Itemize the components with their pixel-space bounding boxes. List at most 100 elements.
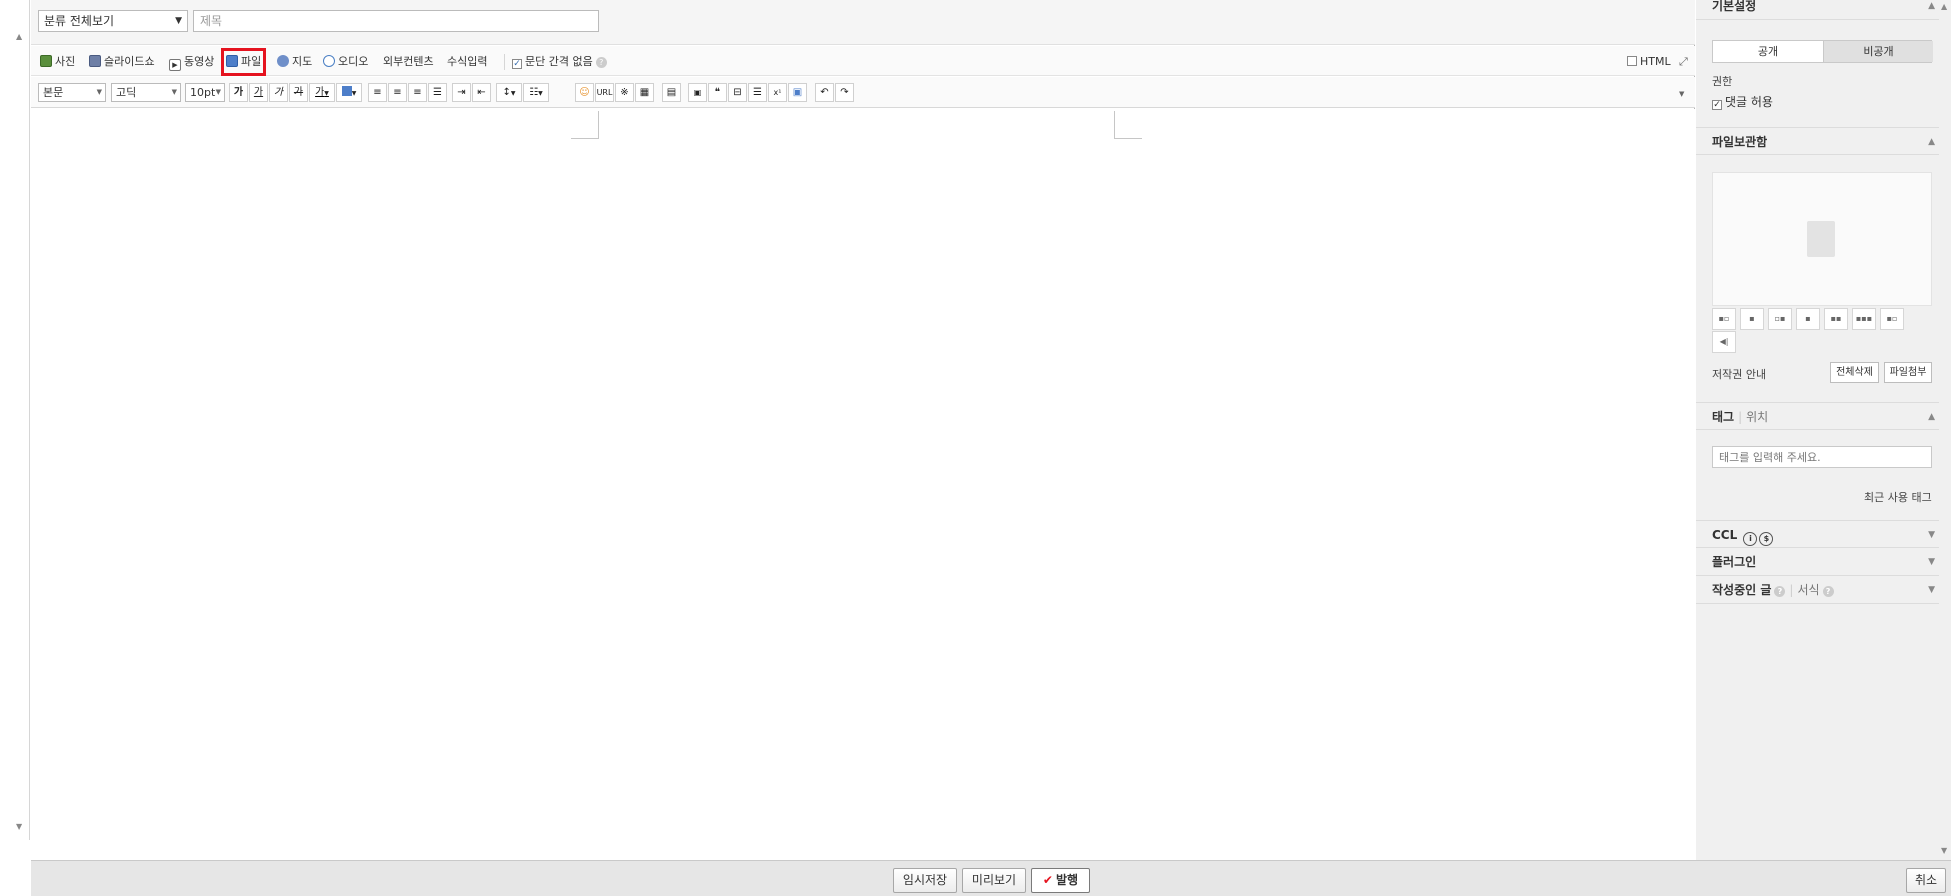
wrap-left-image-button[interactable]: ▪ <box>1796 308 1820 330</box>
insert-map-button[interactable]: 지도 <box>277 53 312 71</box>
visibility-toggle: 공개 비공개 <box>1712 40 1933 63</box>
background-color-button[interactable]: ▼ <box>336 83 362 102</box>
publish-button[interactable]: ✔ 발행 <box>1031 868 1090 893</box>
preview-button[interactable]: 미리보기 <box>962 868 1026 893</box>
scroll-down-icon[interactable]: ▼ <box>1941 846 1947 855</box>
drafts-tab[interactable]: 작성중인 글 <box>1712 583 1771 597</box>
align-right-image-button[interactable]: ▫▪ <box>1768 308 1792 330</box>
strikethrough-button[interactable]: 가 <box>289 83 308 102</box>
indent-button[interactable]: ⇥ <box>452 83 471 102</box>
tag-header[interactable]: 태그 | 위치 ▲ <box>1696 402 1939 430</box>
table-button[interactable]: ▦ <box>635 83 654 102</box>
insert-video-button[interactable]: ▶ 동영상 <box>169 53 214 71</box>
insert-slideshow-label: 슬라이드쇼 <box>104 55 155 68</box>
wrap-left-icon: ▪ <box>1805 314 1811 323</box>
redo-button[interactable]: ↷ <box>835 83 854 102</box>
quote-button[interactable]: ❝ <box>708 83 727 102</box>
insert-file-button[interactable]: 파일 <box>220 48 267 76</box>
underline-button[interactable]: 가 <box>249 83 268 102</box>
attach-file-button[interactable]: 파일첨부 <box>1884 362 1932 383</box>
divider-button[interactable]: ☰ <box>748 83 767 102</box>
wrap-right-image-button[interactable]: ▪▫ <box>1880 308 1904 330</box>
align-left-button[interactable]: ≡ <box>368 83 387 102</box>
file-box-area[interactable] <box>1712 172 1932 306</box>
paragraph-spacing-toggle[interactable]: ✓ 문단 간격 없음? <box>512 53 607 71</box>
format-tab[interactable]: 서식 <box>1797 583 1819 597</box>
chevron-down-icon: ▼ <box>175 16 182 26</box>
editor-canvas[interactable] <box>31 109 1695 859</box>
insert-map-label: 지도 <box>292 55 313 68</box>
title-input[interactable] <box>193 10 599 32</box>
comment-allow-checkbox[interactable]: ✓ 댓글 허용 <box>1712 93 1773 110</box>
insert-formula-button[interactable]: 수식입력 <box>447 53 487 71</box>
scroll-up-icon[interactable]: ▲ <box>16 32 22 41</box>
image-right-icon: ▫▪ <box>1774 314 1786 323</box>
paragraph-style-select[interactable]: 본문 ▼ <box>38 83 106 102</box>
list-button[interactable]: ☷▼ <box>523 83 549 102</box>
two-column-image-button[interactable]: ▪▪ <box>1824 308 1848 330</box>
font-size-select[interactable]: 10pt ▼ <box>185 83 225 102</box>
help-icon[interactable]: ? <box>1822 586 1834 597</box>
link-button[interactable]: URL <box>595 83 614 102</box>
text-color-button[interactable]: 가▼ <box>309 83 335 102</box>
align-left-image-button[interactable]: ▪▫ <box>1712 308 1736 330</box>
insert-formula-label: 수식입력 <box>447 55 488 68</box>
insert-external-content-button[interactable]: 외부컨텐츠 <box>383 53 434 71</box>
line-height-button[interactable]: ↕▼ <box>496 83 522 102</box>
align-center-image-button[interactable]: ▪ <box>1740 308 1764 330</box>
copyright-link[interactable]: 저작권 안내 <box>1712 366 1766 382</box>
scroll-down-icon[interactable]: ▼ <box>16 822 22 831</box>
line-height-icon: ↕ <box>502 87 511 98</box>
permission-label: 권한 <box>1712 75 1733 88</box>
insert-photo-button[interactable]: 사진 <box>40 53 75 71</box>
location-tab[interactable]: 위치 <box>1746 410 1768 424</box>
superscript-button[interactable]: x¹ <box>768 83 787 102</box>
toolbar-expand-icon[interactable]: ▼ <box>1679 85 1684 103</box>
public-option[interactable]: 공개 <box>1713 41 1823 62</box>
html-mode-toggle[interactable]: HTML <box>1627 53 1671 71</box>
box-style-button[interactable]: ▤ <box>662 83 681 102</box>
tag-tab[interactable]: 태그 <box>1712 410 1734 424</box>
temp-save-button[interactable]: 임시저장 <box>893 868 957 893</box>
more-button[interactable]: ⊟ <box>728 83 747 102</box>
align-justify-button[interactable]: ☰ <box>428 83 447 102</box>
save-template-button[interactable]: ▣ <box>788 83 807 102</box>
crop-mark-right <box>1114 111 1142 139</box>
align-center-button[interactable]: ≡ <box>388 83 407 102</box>
insert-slideshow-button[interactable]: 슬라이드쇼 <box>89 53 155 71</box>
text-box-button[interactable]: ▣ <box>688 83 707 102</box>
left-scrollbar[interactable]: ▲ ▼ <box>0 0 30 840</box>
drafts-header[interactable]: 작성중인 글? | 서식? ▼ <box>1696 576 1939 604</box>
align-right-button[interactable]: ≡ <box>408 83 427 102</box>
image-left-icon: ▪▫ <box>1718 314 1730 323</box>
font-family-select[interactable]: 고딕 ▼ <box>111 83 181 102</box>
insert-audio-button[interactable]: 오디오 <box>323 53 368 71</box>
file-box-header[interactable]: 파일보관함 ▲ <box>1696 127 1939 155</box>
recent-tags-link[interactable]: 최근 사용 태그 <box>1864 489 1932 505</box>
ccl-header[interactable]: CCL i $ ▼ <box>1696 520 1939 548</box>
audio-insert-button[interactable]: ◀| <box>1712 331 1736 353</box>
category-select[interactable]: 분류 전체보기 ▼ <box>38 10 188 32</box>
image-center-icon: ▪ <box>1749 314 1755 323</box>
basic-settings-header[interactable]: 기본설정 ▲ <box>1696 0 1939 20</box>
emoticon-button[interactable]: ☺ <box>575 83 594 102</box>
fullscreen-icon[interactable]: ⤢ <box>1679 53 1688 71</box>
slideshow-icon <box>89 55 101 67</box>
undo-button[interactable]: ↶ <box>815 83 834 102</box>
scroll-up-icon[interactable]: ▲ <box>1941 2 1947 11</box>
plugin-header[interactable]: 플러그인 ▼ <box>1696 548 1939 576</box>
undo-icon: ↶ <box>820 87 829 98</box>
help-icon[interactable]: ? <box>595 57 607 68</box>
three-column-image-button[interactable]: ▪▪▪ <box>1852 308 1876 330</box>
delete-all-button[interactable]: 전체삭제 <box>1830 362 1879 383</box>
italic-button[interactable]: 가 <box>269 83 288 102</box>
help-icon[interactable]: ? <box>1774 586 1786 597</box>
cancel-button[interactable]: 취소 <box>1906 868 1946 893</box>
bold-button[interactable]: 가 <box>229 83 248 102</box>
special-char-button[interactable]: ※ <box>615 83 634 102</box>
sidebar-scrollbar[interactable]: ▲ ▼ <box>1939 0 1951 860</box>
private-option[interactable]: 비공개 <box>1823 41 1933 62</box>
outdent-button[interactable]: ⇤ <box>472 83 491 102</box>
tag-input[interactable] <box>1712 446 1932 468</box>
settings-sidebar: 기본설정 ▲ 공개 비공개 권한 ✓ 댓글 허용 파일보관함 ▲ ▪▫ ▪ ▫▪ … <box>1696 0 1951 860</box>
